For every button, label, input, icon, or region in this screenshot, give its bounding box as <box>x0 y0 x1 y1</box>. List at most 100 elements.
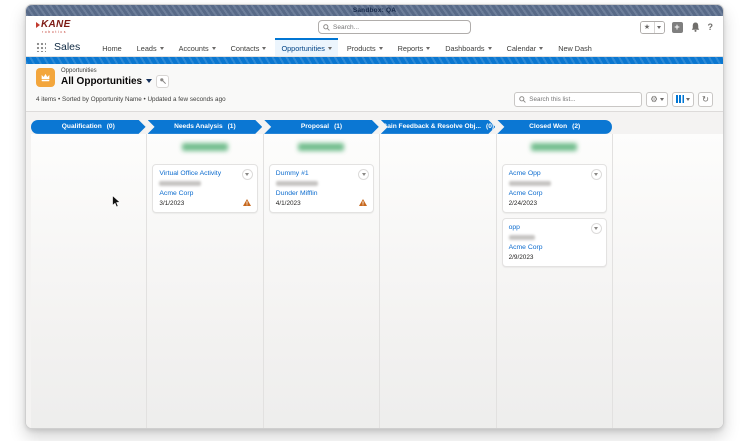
stage-sum <box>497 143 612 153</box>
help-icon[interactable]: ? <box>708 22 714 32</box>
stage-path-item[interactable]: Gain Feedback & Resolve Obj... (0) <box>381 120 496 134</box>
opportunity-name-link[interactable]: Acme Opp <box>509 170 589 177</box>
nav-tab-label: Accounts <box>179 44 209 53</box>
refresh-button[interactable]: ↻ <box>698 92 713 107</box>
favorite-star-icon[interactable]: ★ <box>641 22 655 33</box>
stage-cards: Acme Opp Acme Corp 2/24/2023 opp Acme Co… <box>497 164 612 267</box>
global-add-icon[interactable]: + <box>672 22 683 33</box>
chevron-down-icon <box>245 173 249 176</box>
nav-tab-label: Contacts <box>231 44 260 53</box>
nav-tab-dashboards[interactable]: Dashboards <box>439 38 497 56</box>
amount-redacted <box>159 181 201 186</box>
favorites-menu-button[interactable] <box>655 22 664 33</box>
nav-tab-reports[interactable]: Reports <box>392 38 437 56</box>
stage-path-item[interactable]: Proposal (1) <box>264 120 379 134</box>
nav-tab-home[interactable]: Home <box>96 38 127 56</box>
stage-cards: Virtual Office Activity Acme Corp 3/1/20… <box>147 164 262 213</box>
nav-tab-opportunities[interactable]: Opportunities <box>275 38 337 56</box>
warning-icon <box>243 199 251 206</box>
kanban-column: Virtual Office Activity Acme Corp 3/1/20… <box>147 134 263 429</box>
display-as-kanban-button[interactable] <box>672 92 694 107</box>
close-date: 4/1/2023 <box>276 200 367 207</box>
gear-icon: ⚙ <box>650 95 658 104</box>
chevron-down-icon[interactable] <box>160 47 164 50</box>
app-launcher-icon[interactable] <box>36 42 46 52</box>
list-search[interactable] <box>514 92 642 107</box>
opportunity-card[interactable]: Virtual Office Activity Acme Corp 3/1/20… <box>152 164 257 213</box>
opportunity-name-link[interactable]: Dummy #1 <box>276 170 356 177</box>
opportunity-card[interactable]: opp Acme Corp 2/9/2023 <box>502 218 607 267</box>
chevron-down-icon <box>660 98 664 101</box>
notifications-bell-icon[interactable] <box>690 21 701 33</box>
chevron-down-icon[interactable] <box>262 47 266 50</box>
chevron-down-icon[interactable] <box>488 47 492 50</box>
pin-list-button[interactable] <box>156 75 169 88</box>
stage-path-item[interactable]: Needs Analysis (1) <box>148 120 263 134</box>
global-header: KANE robotics ★ + ? <box>26 16 723 38</box>
nav-tab-label: Home <box>102 44 121 53</box>
kanban-columns: Virtual Office Activity Acme Corp 3/1/20… <box>31 134 723 429</box>
card-actions-button[interactable] <box>591 169 602 180</box>
pin-icon <box>159 77 167 85</box>
stage-name: Proposal <box>301 123 329 130</box>
list-view-name[interactable]: All Opportunities <box>61 76 142 88</box>
chevron-down-icon[interactable] <box>426 47 430 50</box>
account-name-link[interactable]: Dunder Mifflin <box>276 190 367 197</box>
opportunity-name-link[interactable]: Virtual Office Activity <box>159 170 239 177</box>
kanban-board: Qualification (0) Needs Analysis (1) Pro… <box>26 112 723 429</box>
stage-sum-redacted <box>531 143 577 151</box>
chevron-down-icon <box>594 173 598 176</box>
stage-name: Needs Analysis <box>174 123 223 130</box>
stage-sum <box>31 143 146 153</box>
account-name-link[interactable]: Acme Corp <box>159 190 250 197</box>
card-actions-button[interactable] <box>242 169 253 180</box>
account-name-link[interactable]: Acme Corp <box>509 190 600 197</box>
company-logo: KANE robotics <box>36 20 71 35</box>
search-icon <box>323 24 330 31</box>
nav-tab-new-dash[interactable]: New Dash <box>552 38 598 56</box>
chevron-down-icon[interactable] <box>328 47 332 50</box>
favorites-split-button[interactable]: ★ <box>640 21 665 34</box>
nav-tab-accounts[interactable]: Accounts <box>173 38 222 56</box>
chevron-down-icon[interactable] <box>379 47 383 50</box>
amount-redacted <box>509 181 551 186</box>
theme-banner <box>26 57 723 64</box>
opportunity-card[interactable]: Dummy #1 Dunder Mifflin 4/1/2023 <box>269 164 374 213</box>
list-view-selector-caret[interactable] <box>146 79 152 83</box>
list-settings-button[interactable]: ⚙ <box>646 92 668 107</box>
stage-cards: Dummy #1 Dunder Mifflin 4/1/2023 <box>264 164 379 213</box>
stage-path: Qualification (0) Needs Analysis (1) Pro… <box>31 120 612 134</box>
opportunity-name-link[interactable]: opp <box>509 224 589 231</box>
list-search-input[interactable] <box>529 96 629 103</box>
close-date: 2/24/2023 <box>509 200 600 207</box>
chevron-down-icon <box>686 98 690 101</box>
stage-path-item[interactable]: Closed Won (2) <box>497 120 612 134</box>
card-actions-button[interactable] <box>358 169 369 180</box>
nav-tab-calendar[interactable]: Calendar <box>501 38 550 56</box>
close-date: 3/1/2023 <box>159 200 250 207</box>
app-window: Sandbox: QA KANE robotics ★ + ? Sales <box>25 4 724 429</box>
nav-tab-label: Leads <box>137 44 157 53</box>
card-actions-button[interactable] <box>591 223 602 234</box>
chevron-down-icon[interactable] <box>212 47 216 50</box>
global-search-input[interactable] <box>333 24 453 31</box>
account-name-link[interactable]: Acme Corp <box>509 244 600 251</box>
nav-tab-label: Dashboards <box>445 44 484 53</box>
kanban-column: Acme Opp Acme Corp 2/24/2023 opp Acme Co… <box>497 134 613 429</box>
chevron-down-icon <box>362 173 366 176</box>
nav-tab-contacts[interactable]: Contacts <box>225 38 273 56</box>
stage-name: Qualification <box>62 123 102 130</box>
kanban-view-icon <box>676 95 684 103</box>
opportunity-card[interactable]: Acme Opp Acme Corp 2/24/2023 <box>502 164 607 213</box>
stage-path-item[interactable]: Qualification (0) <box>31 120 146 134</box>
nav-tab-products[interactable]: Products <box>341 38 389 56</box>
stage-name: Gain Feedback & Resolve Obj... <box>382 123 481 130</box>
chevron-down-icon[interactable] <box>539 47 543 50</box>
app-name[interactable]: Sales <box>54 41 80 53</box>
sandbox-banner: Sandbox: QA <box>26 5 723 16</box>
nav-tab-leads[interactable]: Leads <box>131 38 170 56</box>
global-search[interactable] <box>318 20 471 34</box>
stage-count: (2) <box>572 123 580 130</box>
nav-tab-label: Calendar <box>507 44 537 53</box>
nav-tab-label: Opportunities <box>281 44 324 53</box>
